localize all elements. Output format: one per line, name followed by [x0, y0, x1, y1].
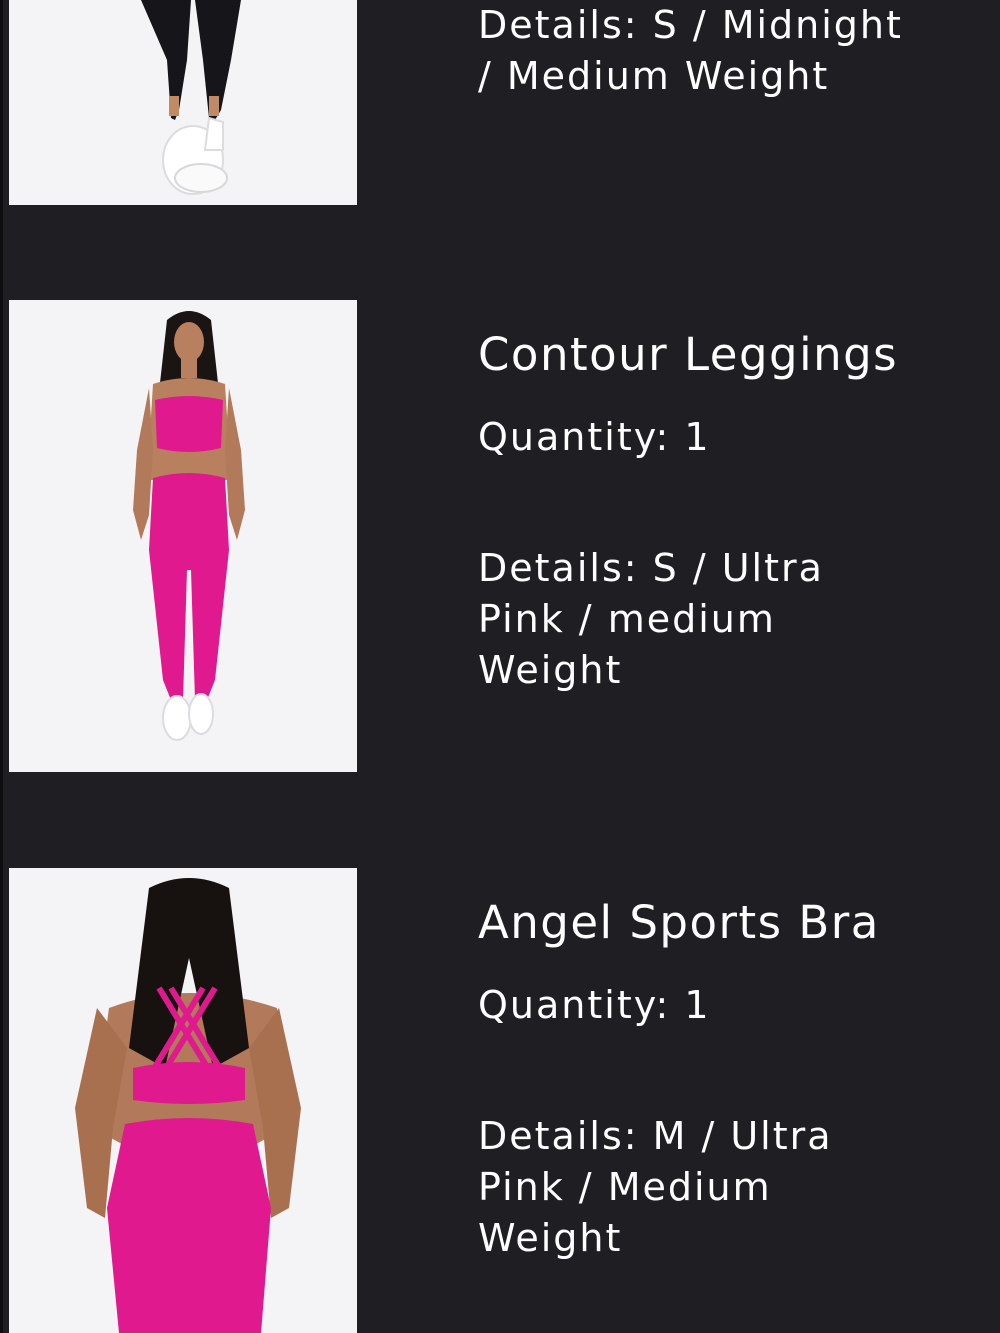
item-name[interactable]: Angel Sports Bra [478, 900, 880, 945]
black-leggings-photo-icon [9, 0, 357, 205]
cart-item: Details: S / Midnight / Medium Weight [0, 0, 1000, 210]
product-image[interactable] [9, 868, 357, 1333]
item-details: Details: S / Ultra Pink / medium Weight [478, 546, 824, 692]
item-quantity: Quantity: 1 [478, 415, 711, 459]
pink-set-front-photo-icon [9, 300, 357, 772]
cart-item: Angel Sports Bra Quantity: 1 Details: M … [0, 868, 1000, 1333]
item-details: Details: M / Ultra Pink / Medium Weight [478, 1114, 833, 1260]
item-quantity: Quantity: 1 [478, 983, 711, 1027]
product-image[interactable] [9, 300, 357, 772]
pink-set-back-photo-icon [9, 868, 357, 1333]
product-image[interactable] [9, 0, 357, 205]
item-name[interactable]: Contour Leggings [478, 332, 898, 377]
item-details: Details: S / Midnight / Medium Weight [478, 3, 903, 98]
cart-item: Contour Leggings Quantity: 1 Details: S … [0, 300, 1000, 775]
